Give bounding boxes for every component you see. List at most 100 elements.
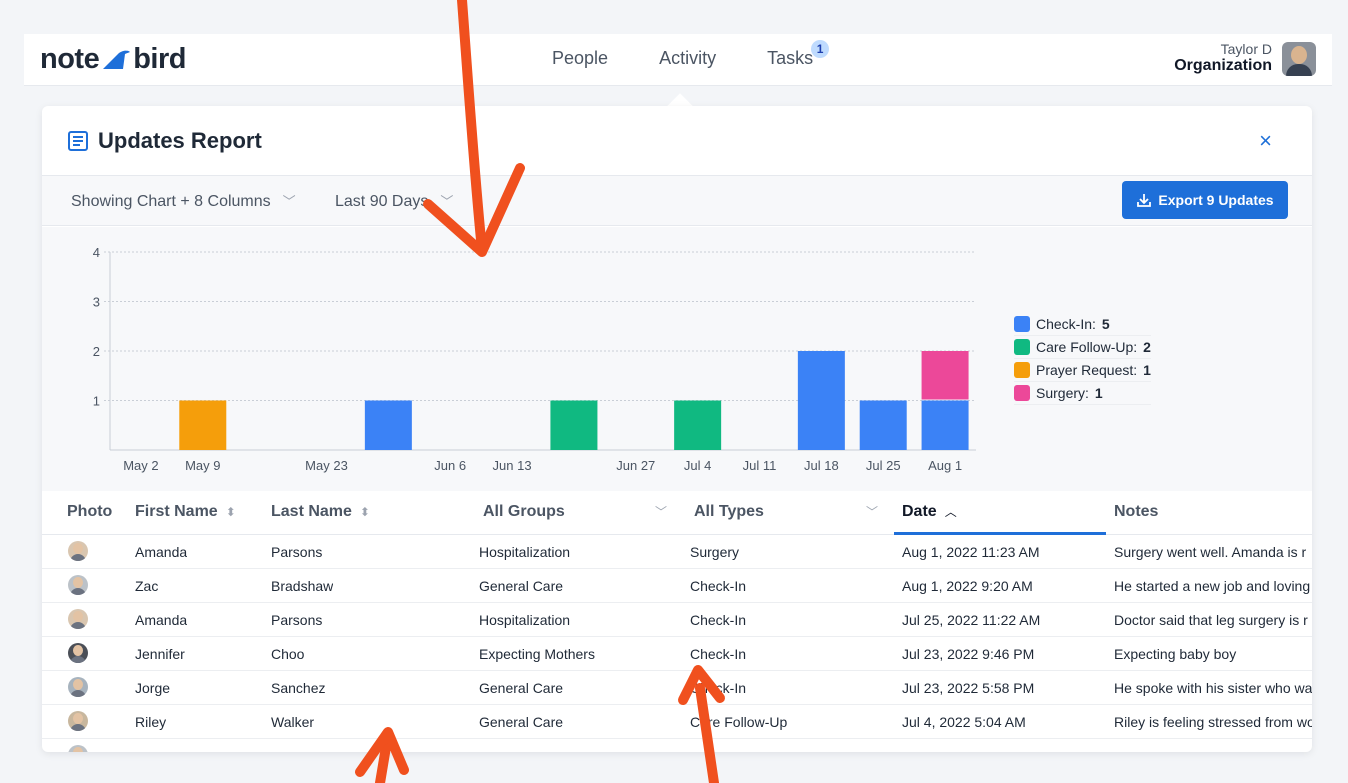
cell-group: General Care — [479, 680, 564, 696]
user-avatar[interactable] — [1282, 42, 1316, 76]
legend-separator: : — [1092, 316, 1096, 332]
legend-label: Care Follow-Up — [1036, 339, 1134, 355]
x-tick-label: Jun 27 — [616, 458, 655, 473]
y-tick-label: 2 — [93, 344, 100, 359]
header-last-name[interactable]: Last Name ⬍ — [271, 503, 370, 521]
nav-people[interactable]: People — [552, 48, 608, 69]
cell-first: Jennifer — [135, 646, 185, 662]
table-row[interactable]: Amanda Parsons Hospitalization Surgery Aug 1… — [42, 535, 1312, 569]
cell-last: Parsons — [271, 544, 323, 560]
legend-label: Check-In — [1036, 316, 1093, 332]
export-label: Export 9 Updates — [1158, 192, 1274, 208]
page-title: Updates Report — [68, 128, 262, 154]
cell-date: Jul 25, 2022 11:22 AM — [902, 612, 1041, 628]
nav-activity[interactable]: Activity — [659, 48, 716, 69]
header-first-name[interactable]: First Name ⬍ — [135, 503, 236, 521]
header-date[interactable]: Date ︿ — [902, 503, 957, 521]
table-row[interactable]: Amanda Parsons Hospitalization Check-In Jul … — [42, 603, 1312, 637]
cell-date: Aug 1, 2022 11:23 AM — [902, 544, 1040, 560]
x-tick-label: Jun 13 — [493, 458, 532, 473]
bar-check-in — [859, 400, 907, 450]
legend-swatch — [1014, 316, 1030, 332]
table-row[interactable]: Jorge Sanchez General Care Check-In Jul 23, … — [42, 671, 1312, 705]
chevron-down-icon: ﹀ — [654, 505, 667, 519]
avatar — [68, 711, 88, 731]
avatar — [68, 609, 88, 629]
bar-chart: 1 2 3 4 May 2 May 9 May 23 Jun 6 Jun 13 Jun 27 Jul… — [93, 245, 976, 473]
user-name: Taylor D — [1220, 41, 1272, 57]
y-tick-label: 3 — [93, 295, 100, 310]
cell-date: Jul 23, 2022 5:58 PM — [902, 680, 1035, 696]
x-tick-label: Jul 25 — [866, 458, 901, 473]
legend-separator: : — [1085, 385, 1089, 401]
date-range-filter[interactable]: Last 90 Days ﹀ — [335, 191, 453, 211]
chart-legend: Check-In:5 Care Follow-Up:2 Prayer Request… — [1014, 313, 1151, 405]
legend-item: Prayer Request:1 — [1014, 359, 1151, 382]
nav-tasks[interactable]: Tasks 1 — [767, 40, 830, 69]
cell-type: Check-In — [690, 646, 747, 662]
bar-check-in — [921, 400, 969, 450]
bar-check-in — [797, 351, 845, 450]
cell-last: Choo — [271, 646, 305, 662]
bird-logo-icon — [103, 50, 131, 69]
header-all-groups[interactable]: All Groups ﹀ — [483, 503, 667, 521]
table-row[interactable]: Jennifer Choo Expecting Mothers Check-In Jul… — [42, 637, 1312, 671]
legend-count: 1 — [1094, 385, 1103, 401]
table-row-partial — [42, 739, 1312, 752]
report-title: Updates Report — [98, 128, 262, 153]
legend-separator: : — [1133, 339, 1138, 355]
export-button[interactable]: Export 9 Updates — [1122, 181, 1288, 219]
close-icon[interactable]: × — [1259, 128, 1272, 154]
x-tick-label: Jul 11 — [743, 458, 777, 473]
cell-type: Check-In — [690, 612, 747, 628]
chevron-down-icon: ﹀ — [440, 194, 454, 209]
avatar — [68, 643, 88, 663]
cell-first: Jorge — [135, 680, 171, 696]
cell-last: Parsons — [271, 612, 323, 628]
header-last-name-label: Last Name — [271, 503, 352, 520]
cell-group: General Care — [479, 578, 564, 594]
table-row[interactable]: Riley Walker General Care Care Follow-Up Jul… — [42, 705, 1312, 739]
table-header: Photo First Name ⬍ Last Name ⬍ All Groups ﹀… — [42, 491, 1312, 535]
avatar — [68, 575, 88, 595]
updates-report-panel: Updates Report × Showing Chart + 8 Colum… — [42, 106, 1312, 752]
legend-swatch — [1014, 385, 1030, 401]
logo-text-left: note — [40, 43, 100, 75]
header-notes: Notes — [1114, 503, 1159, 520]
cell-type: Care Follow-Up — [690, 714, 788, 730]
cell-last: Walker — [271, 714, 315, 730]
x-tick-label: May 23 — [305, 458, 348, 473]
cell-date: Aug 1, 2022 9:20 AM — [902, 578, 1033, 594]
sort-up-icon: ︿ — [944, 505, 957, 519]
cell-date: Jul 23, 2022 9:46 PM — [902, 646, 1035, 662]
x-tick-label: May 9 — [185, 458, 220, 473]
user-menu[interactable]: Taylor D Organization — [1174, 41, 1272, 75]
cell-first: Amanda — [135, 544, 188, 560]
cell-type: Surgery — [690, 544, 740, 560]
download-icon — [1137, 194, 1152, 207]
date-range-label: Last 90 Days — [335, 193, 429, 210]
chevron-down-icon: ﹀ — [282, 194, 296, 209]
nav-tasks-label: Tasks — [767, 48, 814, 68]
cell-notes: Surgery went well. Amanda is r — [1114, 544, 1307, 560]
legend-swatch — [1014, 362, 1030, 378]
legend-label: Prayer Request — [1036, 362, 1134, 378]
cell-group: Hospitalization — [479, 544, 571, 560]
columns-filter[interactable]: Showing Chart + 8 Columns ﹀ — [71, 191, 296, 211]
bar-check-in — [364, 400, 412, 450]
updates-table: Photo First Name ⬍ Last Name ⬍ All Groups ﹀… — [42, 491, 1312, 752]
x-tick-label: Jul 4 — [684, 458, 711, 473]
table-body: Amanda Parsons Hospitalization Surgery Aug 1… — [42, 535, 1312, 739]
avatar — [68, 745, 88, 752]
columns-filter-label: Showing Chart + 8 Columns — [71, 193, 271, 210]
legend-item: Care Follow-Up:2 — [1014, 336, 1151, 359]
table-row[interactable]: Zac Bradshaw General Care Check-In Aug 1, 20… — [42, 569, 1312, 603]
header-all-types[interactable]: All Types ﹀ — [694, 503, 878, 521]
notebird-logo[interactable]: note bird — [40, 43, 186, 76]
legend-count: 5 — [1101, 316, 1110, 332]
cell-notes: He spoke with his sister who wa — [1114, 680, 1312, 696]
cell-notes: Doctor said that leg surgery is r — [1114, 612, 1308, 628]
legend-item: Surgery:1 — [1014, 382, 1151, 405]
logo-text-right: bird — [133, 43, 186, 75]
legend-separator: : — [1133, 362, 1138, 378]
